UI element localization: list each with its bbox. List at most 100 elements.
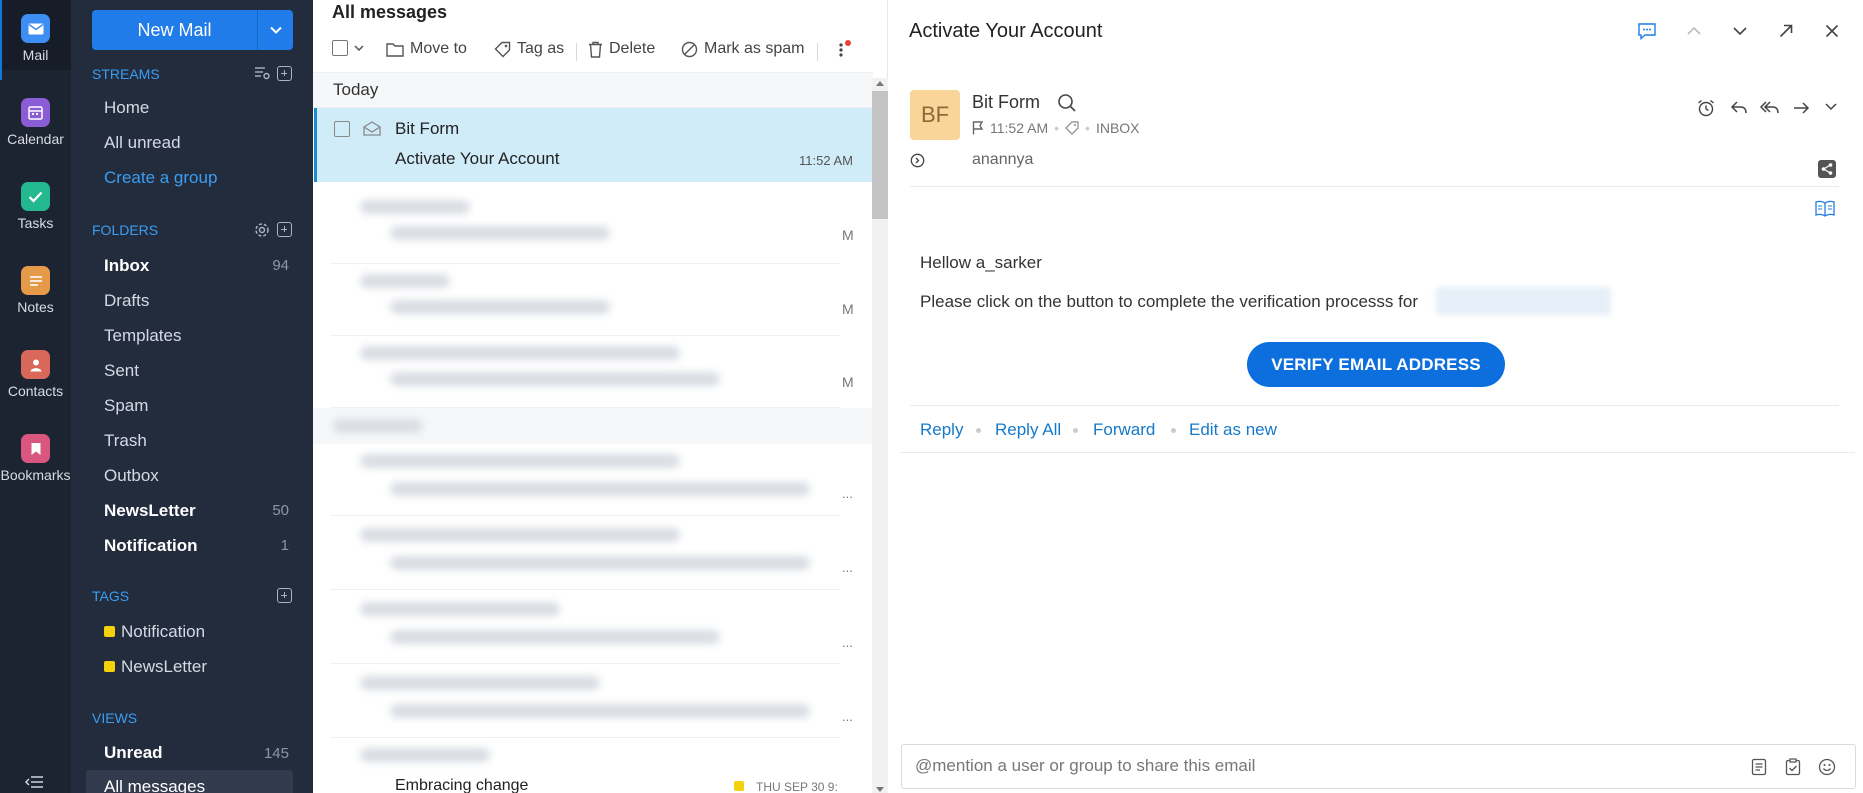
recipient[interactable]: anannya bbox=[972, 151, 1033, 169]
reminder-icon[interactable] bbox=[1696, 98, 1716, 118]
folders-heading: FOLDERS bbox=[92, 222, 159, 238]
tag-newsletter[interactable]: NewsLetter bbox=[104, 657, 207, 677]
tag-icon bbox=[494, 41, 511, 57]
task-icon[interactable] bbox=[1782, 756, 1804, 778]
row-ellipsis: ... bbox=[842, 635, 853, 650]
divider bbox=[900, 452, 1855, 453]
view-unread[interactable]: Unread bbox=[104, 743, 163, 763]
contacts-icon bbox=[21, 350, 50, 379]
rail-tasks[interactable]: Tasks bbox=[0, 168, 71, 238]
new-mail-label[interactable]: New Mail bbox=[92, 10, 257, 50]
folder-trash[interactable]: Trash bbox=[104, 431, 147, 451]
collapse-sidebar-icon[interactable] bbox=[24, 775, 44, 789]
reply-all-icon[interactable] bbox=[1759, 98, 1781, 118]
rail-mail[interactable]: Mail bbox=[0, 0, 71, 80]
email-time: 11:52 AM bbox=[990, 120, 1049, 136]
folder-outbox[interactable]: Outbox bbox=[104, 466, 159, 486]
rail-contacts[interactable]: Contacts bbox=[0, 336, 71, 406]
move-to-label: Move to bbox=[410, 40, 467, 57]
reply-icon[interactable] bbox=[1729, 98, 1749, 118]
row-checkbox[interactable] bbox=[334, 121, 350, 137]
tag-as-button[interactable]: Tag as bbox=[494, 40, 564, 58]
rail-label: Calendar bbox=[7, 131, 64, 147]
comment-icon[interactable] bbox=[1636, 20, 1658, 42]
add-stream-icon[interactable] bbox=[277, 66, 292, 85]
more-options-icon[interactable] bbox=[835, 40, 851, 60]
folder-sent[interactable]: Sent bbox=[104, 361, 139, 381]
message-row[interactable] bbox=[330, 518, 840, 590]
forward-icon[interactable] bbox=[1791, 98, 1811, 118]
stream-settings-icon[interactable] bbox=[254, 66, 270, 80]
reading-pane bbox=[888, 0, 1863, 793]
reply-link[interactable]: Reply bbox=[920, 420, 963, 440]
rail-notes[interactable]: Notes bbox=[0, 252, 71, 322]
tag-icon[interactable] bbox=[1065, 121, 1079, 135]
message-row[interactable] bbox=[330, 264, 840, 336]
expand-recipients-icon[interactable] bbox=[910, 153, 925, 168]
add-folder-icon[interactable] bbox=[277, 222, 292, 241]
folder-settings-icon[interactable] bbox=[254, 222, 270, 238]
row-ellipsis: ... bbox=[842, 560, 853, 575]
add-tag-icon[interactable] bbox=[277, 588, 292, 607]
scroll-up-icon[interactable] bbox=[876, 80, 884, 86]
group-header bbox=[313, 72, 873, 108]
folder-drafts[interactable]: Drafts bbox=[104, 291, 149, 311]
message-row[interactable] bbox=[330, 336, 840, 408]
mark-as-spam-button[interactable]: Mark as spam bbox=[681, 40, 804, 58]
divider bbox=[576, 43, 577, 61]
message-row[interactable] bbox=[330, 192, 840, 264]
share-icon[interactable] bbox=[1817, 159, 1837, 179]
row-ellipsis: ... bbox=[842, 709, 853, 724]
move-to-button[interactable]: Move to bbox=[386, 40, 467, 58]
sender-name[interactable]: Bit Form bbox=[972, 92, 1040, 113]
chevron-up-icon[interactable] bbox=[1683, 20, 1705, 42]
chevron-down-icon[interactable] bbox=[1825, 103, 1837, 111]
folder-notification[interactable]: Notification bbox=[104, 536, 198, 556]
flag-icon[interactable] bbox=[972, 121, 984, 135]
new-mail-button[interactable]: New Mail bbox=[92, 10, 293, 50]
tag-label: NewsLetter bbox=[121, 657, 207, 676]
notes-icon[interactable] bbox=[1748, 756, 1770, 778]
avatar: BF bbox=[910, 90, 960, 140]
popout-icon[interactable] bbox=[1775, 20, 1797, 42]
reply-all-link[interactable]: Reply All bbox=[995, 420, 1061, 440]
chevron-down-icon[interactable] bbox=[1729, 20, 1751, 42]
rail-calendar[interactable]: Calendar bbox=[0, 84, 71, 154]
folder-templates[interactable]: Templates bbox=[104, 326, 181, 346]
scroll-down-icon[interactable] bbox=[876, 787, 884, 793]
row-subject: Activate Your Account bbox=[395, 149, 560, 168]
stream-home[interactable]: Home bbox=[104, 98, 149, 118]
message-row[interactable] bbox=[330, 666, 840, 738]
streams-heading: STREAMS bbox=[92, 66, 160, 82]
message-row[interactable] bbox=[330, 592, 840, 664]
tag-notification[interactable]: Notification bbox=[104, 622, 205, 642]
email-body-text: Please click on the button to complete t… bbox=[920, 292, 1418, 311]
mail-icon bbox=[21, 14, 50, 43]
email-folder[interactable]: INBOX bbox=[1096, 120, 1140, 136]
verify-email-button[interactable]: VERIFY EMAIL ADDRESS bbox=[1247, 342, 1505, 387]
tag-label: Notification bbox=[121, 622, 206, 641]
row-time: M bbox=[842, 227, 854, 243]
folder-inbox[interactable]: Inbox bbox=[104, 256, 149, 276]
message-row[interactable] bbox=[330, 444, 840, 516]
delete-label: Delete bbox=[609, 40, 656, 57]
select-all-checkbox[interactable] bbox=[332, 40, 364, 56]
create-group-link[interactable]: Create a group bbox=[104, 168, 217, 188]
divider bbox=[910, 405, 1839, 406]
folder-spam[interactable]: Spam bbox=[104, 396, 148, 416]
view-all-messages[interactable]: All messages bbox=[104, 777, 205, 793]
forward-link[interactable]: Forward bbox=[1093, 420, 1155, 440]
search-icon[interactable] bbox=[1057, 93, 1077, 113]
chevron-down-icon[interactable] bbox=[258, 10, 293, 50]
close-icon[interactable] bbox=[1821, 20, 1843, 42]
scrollbar-thumb[interactable] bbox=[872, 91, 888, 219]
folder-count: 94 bbox=[272, 257, 289, 274]
comment-placeholder[interactable]: @mention a user or group to share this e… bbox=[915, 756, 1255, 776]
stream-all-unread[interactable]: All unread bbox=[104, 133, 181, 153]
folder-newsletter[interactable]: NewsLetter bbox=[104, 501, 196, 521]
edit-as-new-link[interactable]: Edit as new bbox=[1189, 420, 1277, 440]
reading-mode-icon[interactable] bbox=[1815, 199, 1835, 217]
rail-bookmarks[interactable]: Bookmarks bbox=[0, 420, 71, 490]
emoji-icon[interactable] bbox=[1816, 756, 1838, 778]
delete-button[interactable]: Delete bbox=[588, 40, 655, 58]
